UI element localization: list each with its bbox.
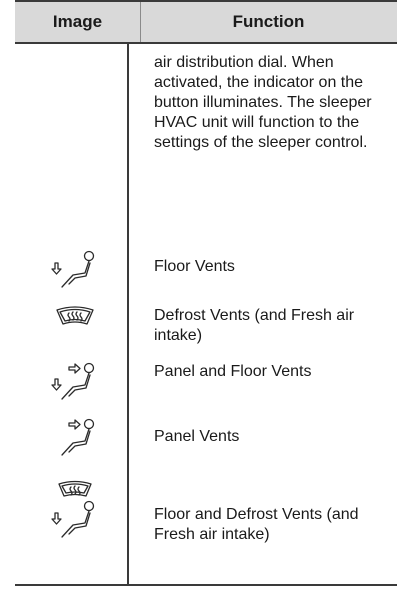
panel-and-floor-vents-icon — [45, 358, 105, 410]
table-header: Image Function — [15, 0, 397, 44]
defrost-vents-icon — [45, 300, 105, 352]
floor-vents-label: Floor Vents — [154, 258, 235, 275]
hvac-function-table: Image Function air distribution dial. Wh… — [15, 0, 397, 589]
table-bottom-border — [15, 584, 397, 586]
header-image: Image — [15, 2, 141, 42]
floor-and-defrost-vents-label: Floor and Defrost Vents (and Fresh air i… — [154, 506, 359, 543]
defrost-vents-label: Defrost Vents (and Fresh air intake) — [154, 307, 355, 344]
panel-vents-icon — [45, 414, 105, 466]
panel-vents-label: Panel Vents — [154, 428, 240, 445]
header-function: Function — [232, 12, 305, 31]
column-divider — [127, 44, 129, 586]
floor-vents-icon — [45, 246, 105, 298]
panel-and-floor-vents-label: Panel and Floor Vents — [154, 363, 312, 380]
function-continuation-text: air distribution dial. When activated, t… — [154, 54, 372, 151]
floor-and-defrost-vents-icon — [45, 478, 105, 548]
